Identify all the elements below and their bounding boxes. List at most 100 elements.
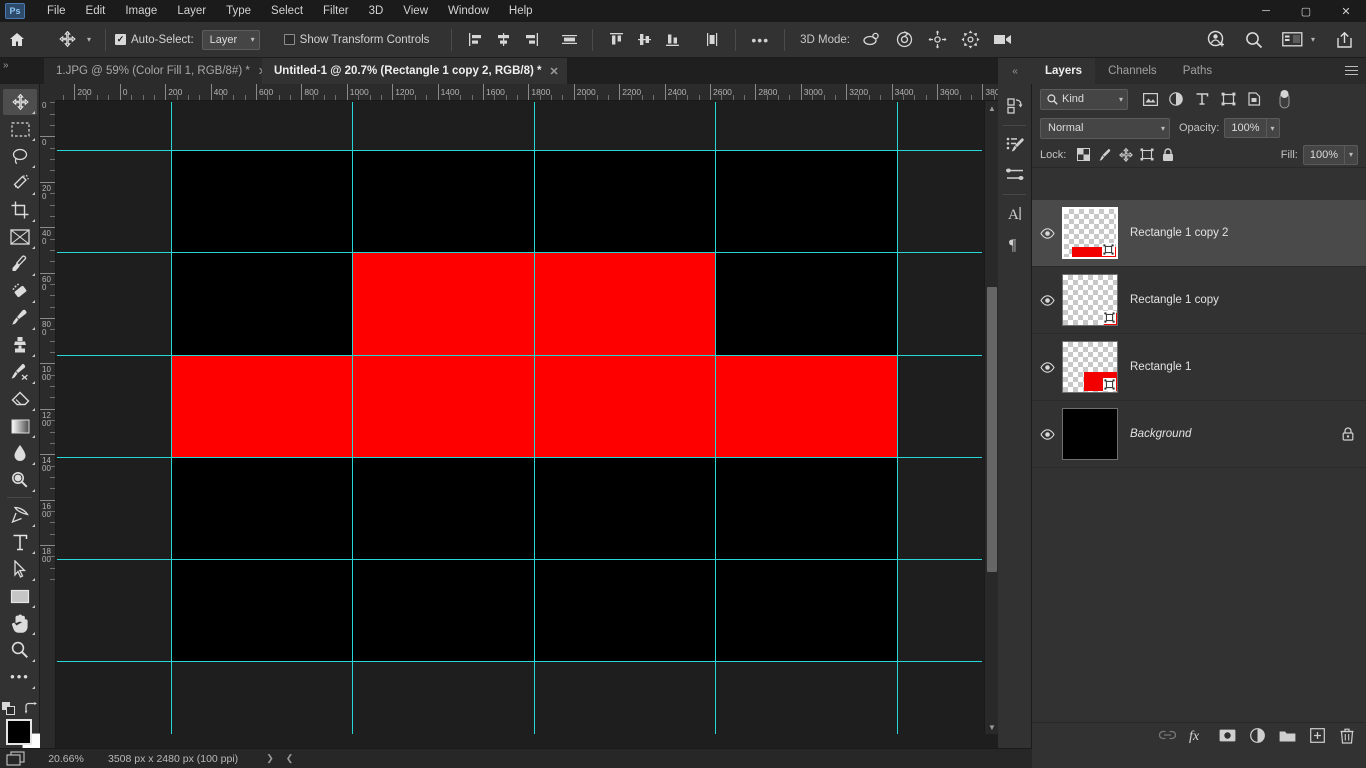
menu-filter[interactable]: Filter — [313, 2, 359, 20]
lasso-tool[interactable] — [3, 143, 37, 169]
show-transform-checkbox[interactable] — [283, 34, 295, 45]
workspace-switcher-icon[interactable] — [1280, 28, 1304, 52]
layer-name[interactable]: Rectangle 1 copy — [1130, 294, 1219, 306]
type-filter-icon[interactable] — [1190, 88, 1214, 110]
more-options-icon[interactable]: ••• — [745, 33, 775, 47]
move-tool-icon[interactable] — [52, 27, 82, 53]
document-tab-2[interactable]: Untitled-1 @ 20.7% (Rectangle 1 copy 2, … — [262, 58, 567, 84]
quick-selection-tool[interactable] — [3, 170, 37, 196]
pixel-filter-icon[interactable] — [1138, 88, 1162, 110]
3d-orbit-icon[interactable] — [860, 28, 884, 52]
menu-type[interactable]: Type — [216, 2, 261, 20]
pen-tool[interactable] — [3, 502, 37, 528]
layer-visibility-eye-icon[interactable] — [1032, 200, 1062, 267]
lock-position-icon[interactable] — [1115, 145, 1136, 165]
new-group-icon[interactable] — [1274, 724, 1300, 748]
zoom-tool[interactable] — [3, 637, 37, 663]
scroll-up-arrow-icon[interactable]: ▲ — [985, 101, 999, 115]
menu-layer[interactable]: Layer — [167, 2, 216, 20]
tab-paths[interactable]: Paths — [1170, 58, 1225, 84]
layer-thumbnail[interactable] — [1062, 408, 1118, 460]
type-tool[interactable] — [3, 529, 37, 555]
filter-toggle-switch[interactable] — [1272, 88, 1296, 110]
3d-camera-icon[interactable] — [992, 28, 1016, 52]
eraser-tool[interactable] — [3, 386, 37, 412]
scroll-down-arrow-icon[interactable]: ▼ — [985, 720, 999, 734]
vertical-guide[interactable] — [534, 102, 535, 734]
clone-stamp-tool[interactable] — [3, 332, 37, 358]
edit-toolbar-tool[interactable]: ••• — [3, 664, 37, 690]
shape-filter-icon[interactable] — [1216, 88, 1240, 110]
menu-help[interactable]: Help — [499, 2, 543, 20]
menu-window[interactable]: Window — [438, 2, 499, 20]
home-icon[interactable] — [0, 23, 34, 57]
lock-image-pixels-icon[interactable] — [1094, 145, 1115, 165]
horizontal-guide[interactable] — [57, 457, 982, 458]
rectangle-tool[interactable] — [3, 583, 37, 609]
close-button[interactable]: ✕ — [1326, 0, 1366, 22]
hand-tool[interactable] — [3, 610, 37, 636]
layer-visibility-eye-icon[interactable] — [1032, 334, 1062, 401]
crop-tool[interactable] — [3, 197, 37, 223]
search-icon[interactable] — [1242, 28, 1266, 52]
menu-edit[interactable]: Edit — [76, 2, 116, 20]
chevron-down-icon[interactable]: ▾ — [1265, 119, 1279, 137]
layer-thumbnail[interactable] — [1062, 341, 1118, 393]
tab-channels[interactable]: Channels — [1095, 58, 1170, 84]
status-prev-arrow-icon[interactable]: ❮ — [280, 753, 300, 764]
link-layers-icon[interactable] — [1154, 724, 1180, 748]
layer-name[interactable]: Rectangle 1 copy 2 — [1130, 227, 1228, 239]
path-selection-tool[interactable] — [3, 556, 37, 582]
status-next-arrow-icon[interactable]: ❯ — [260, 753, 280, 764]
share-export-icon[interactable] — [1332, 28, 1356, 52]
filter-kind-dropdown[interactable]: Kind ▾ — [1040, 88, 1128, 110]
align-right-edges-icon[interactable] — [519, 28, 543, 52]
document-size-info[interactable]: 3508 px x 2480 px (100 ppi) — [108, 753, 238, 765]
layer-thumbnail[interactable] — [1062, 207, 1118, 259]
tab-layers[interactable]: Layers — [1032, 58, 1096, 84]
vertical-ruler[interactable]: 200020040060080010001200140016001800 — [40, 101, 56, 751]
chevron-down-icon[interactable]: ▾ — [1343, 145, 1357, 164]
lock-artboard-icon[interactable] — [1136, 145, 1157, 165]
align-top-edges-icon[interactable] — [604, 28, 628, 52]
zoom-level-field[interactable]: 20.66% — [38, 753, 94, 765]
layer-row[interactable]: Background — [1032, 401, 1366, 468]
layer-name[interactable]: Background — [1130, 428, 1191, 440]
eyedropper-tool[interactable] — [3, 251, 37, 277]
share-account-icon[interactable] — [1204, 28, 1228, 52]
frame-tool[interactable] — [3, 224, 37, 250]
layer-row[interactable]: Rectangle 1 copy 2 — [1032, 200, 1366, 267]
horizontal-guide[interactable] — [57, 355, 982, 356]
menu-3d[interactable]: 3D — [359, 2, 394, 20]
smart-object-filter-icon[interactable] — [1242, 88, 1266, 110]
align-bottom-edges-icon[interactable] — [660, 28, 684, 52]
vertical-guide[interactable] — [897, 102, 898, 734]
add-layer-mask-icon[interactable] — [1214, 724, 1240, 748]
blur-tool[interactable] — [3, 440, 37, 466]
3d-pan-icon[interactable] — [926, 28, 950, 52]
paragraph-panel-icon[interactable]: ¶ — [1001, 230, 1029, 258]
maximize-button[interactable]: ▢ — [1286, 0, 1326, 22]
adjustment-filter-icon[interactable] — [1164, 88, 1188, 110]
screen-mode-status-icon[interactable] — [6, 751, 30, 767]
canvas-vertical-scrollbar[interactable]: ▲ ▼ — [984, 101, 998, 734]
history-panel-icon[interactable] — [1001, 92, 1029, 120]
3d-slide-icon[interactable] — [959, 28, 983, 52]
new-adjustment-layer-icon[interactable] — [1244, 724, 1270, 748]
close-icon[interactable]: ✕ — [549, 65, 558, 78]
layer-visibility-eye-icon[interactable] — [1032, 401, 1062, 468]
vertical-guide[interactable] — [352, 102, 353, 734]
layer-style-fx-icon[interactable]: fx — [1184, 724, 1210, 748]
vertical-guide[interactable] — [715, 102, 716, 734]
align-left-edges-icon[interactable] — [463, 28, 487, 52]
menu-view[interactable]: View — [393, 2, 438, 20]
panel-menu-icon[interactable] — [1345, 66, 1358, 78]
layer-visibility-eye-icon[interactable] — [1032, 267, 1062, 334]
workspace-chevron-down-icon[interactable]: ▾ — [1306, 35, 1320, 44]
distribute-vertical-icon[interactable] — [700, 28, 724, 52]
horizontal-ruler[interactable]: 4002000200400600800100012001400160018002… — [56, 84, 998, 101]
menu-file[interactable]: File — [37, 2, 76, 20]
menu-select[interactable]: Select — [261, 2, 313, 20]
document-tab-1[interactable]: 1.JPG @ 59% (Color Fill 1, RGB/8#) * ✕ — [44, 58, 276, 84]
layer-row[interactable]: Rectangle 1 — [1032, 334, 1366, 401]
